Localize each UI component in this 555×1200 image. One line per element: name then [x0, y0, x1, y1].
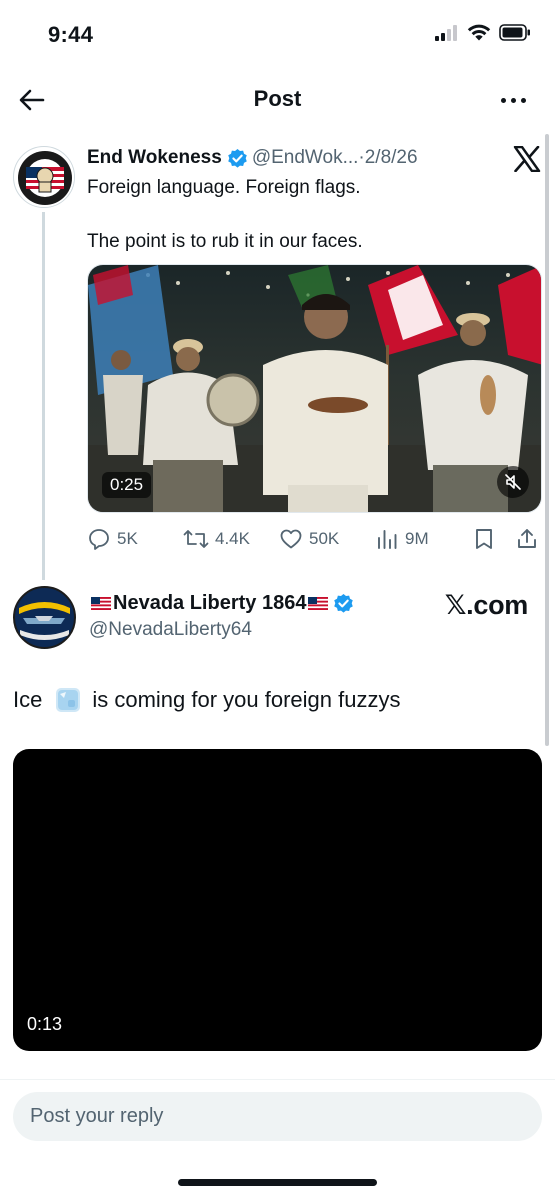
patch-avatar-icon — [15, 148, 74, 207]
like-count: 50K — [309, 529, 340, 548]
post-date: ·2/8/26 — [358, 147, 418, 168]
reply-icon — [89, 529, 109, 550]
repost-count: 4.4K — [215, 529, 250, 548]
quoted-video-player[interactable]: 0:13 — [13, 749, 542, 1051]
author-avatar[interactable] — [13, 146, 75, 208]
tweet-text: Foreign language. Foreign flags. The poi… — [87, 174, 537, 255]
nevada-patch-avatar-icon — [15, 588, 74, 647]
unmute-button[interactable] — [497, 466, 529, 498]
repost-icon — [183, 530, 209, 548]
thread-line — [42, 212, 45, 580]
bookmark-button[interactable] — [473, 522, 495, 556]
status-icons — [435, 24, 531, 41]
quoted-author-handle[interactable]: @NevadaLiberty64 — [89, 619, 252, 641]
divider — [0, 1079, 555, 1080]
xcom-source-label: 𝕏.com — [444, 590, 529, 620]
quoted-author-avatar[interactable] — [13, 586, 76, 649]
video-thumbnail — [88, 265, 541, 512]
quoted-author-name[interactable]: Nevada Liberty 1864 — [113, 592, 306, 615]
ice-cube-icon — [56, 688, 81, 712]
tweet-actions: 5K 4.4K 50K 9M — [87, 522, 542, 556]
quoted-text-end: is coming for you foreign fuzzys — [92, 687, 401, 712]
verified-badge-icon — [228, 148, 247, 168]
tweet-text-line: Foreign language. Foreign flags. — [87, 177, 361, 198]
scrollbar[interactable] — [545, 134, 549, 746]
author-name[interactable]: End Wokeness — [87, 147, 222, 169]
us-flag-icon — [308, 597, 329, 610]
quoted-text-start: Ice — [13, 687, 43, 712]
repost-button[interactable]: 4.4K — [183, 522, 250, 556]
reply-button[interactable]: 5K — [87, 522, 138, 556]
cellular-signal-icon — [435, 24, 457, 41]
reply-input[interactable] — [30, 1105, 525, 1128]
reply-composer[interactable] — [13, 1092, 542, 1141]
quoted-video-duration: 0:13 — [27, 1014, 63, 1034]
quoted-post-text: Ice is coming for you foreign fuzzys — [13, 686, 401, 714]
tweet-text-line: The point is to rub it in our faces. — [87, 231, 363, 252]
wifi-icon — [467, 24, 491, 41]
nav-bar: Post — [0, 72, 555, 128]
more-options-button[interactable] — [493, 82, 533, 118]
page-title: Post — [253, 86, 302, 111]
status-time: 9:44 — [48, 22, 94, 47]
views-count: 9M — [405, 529, 429, 548]
status-bar: 9:44 — [0, 0, 555, 72]
verified-badge-icon — [334, 593, 354, 613]
bookmark-icon — [476, 529, 492, 549]
video-player[interactable]: 0:25 — [87, 264, 542, 513]
us-flag-icon — [91, 597, 111, 610]
like-button[interactable]: 50K — [279, 522, 339, 556]
muted-speaker-icon — [505, 474, 521, 490]
more-options-icon — [500, 97, 506, 103]
views-bar-chart-icon — [378, 530, 397, 549]
battery-icon — [499, 24, 530, 41]
quoted-author-name-row[interactable]: Nevada Liberty 1864 — [89, 592, 358, 615]
share-button[interactable] — [515, 522, 539, 556]
views-button[interactable]: 9M — [377, 522, 429, 556]
tweet-header: End Wokeness @EndWok... ·2/8/26 — [87, 144, 541, 172]
reply-count: 5K — [117, 529, 138, 548]
heart-icon — [280, 529, 302, 549]
home-indicator[interactable] — [178, 1179, 377, 1186]
author-handle[interactable]: @EndWok... — [252, 147, 359, 169]
share-icon — [518, 529, 536, 548]
x-logo-icon — [513, 146, 541, 172]
video-duration: 0:25 — [102, 472, 152, 498]
